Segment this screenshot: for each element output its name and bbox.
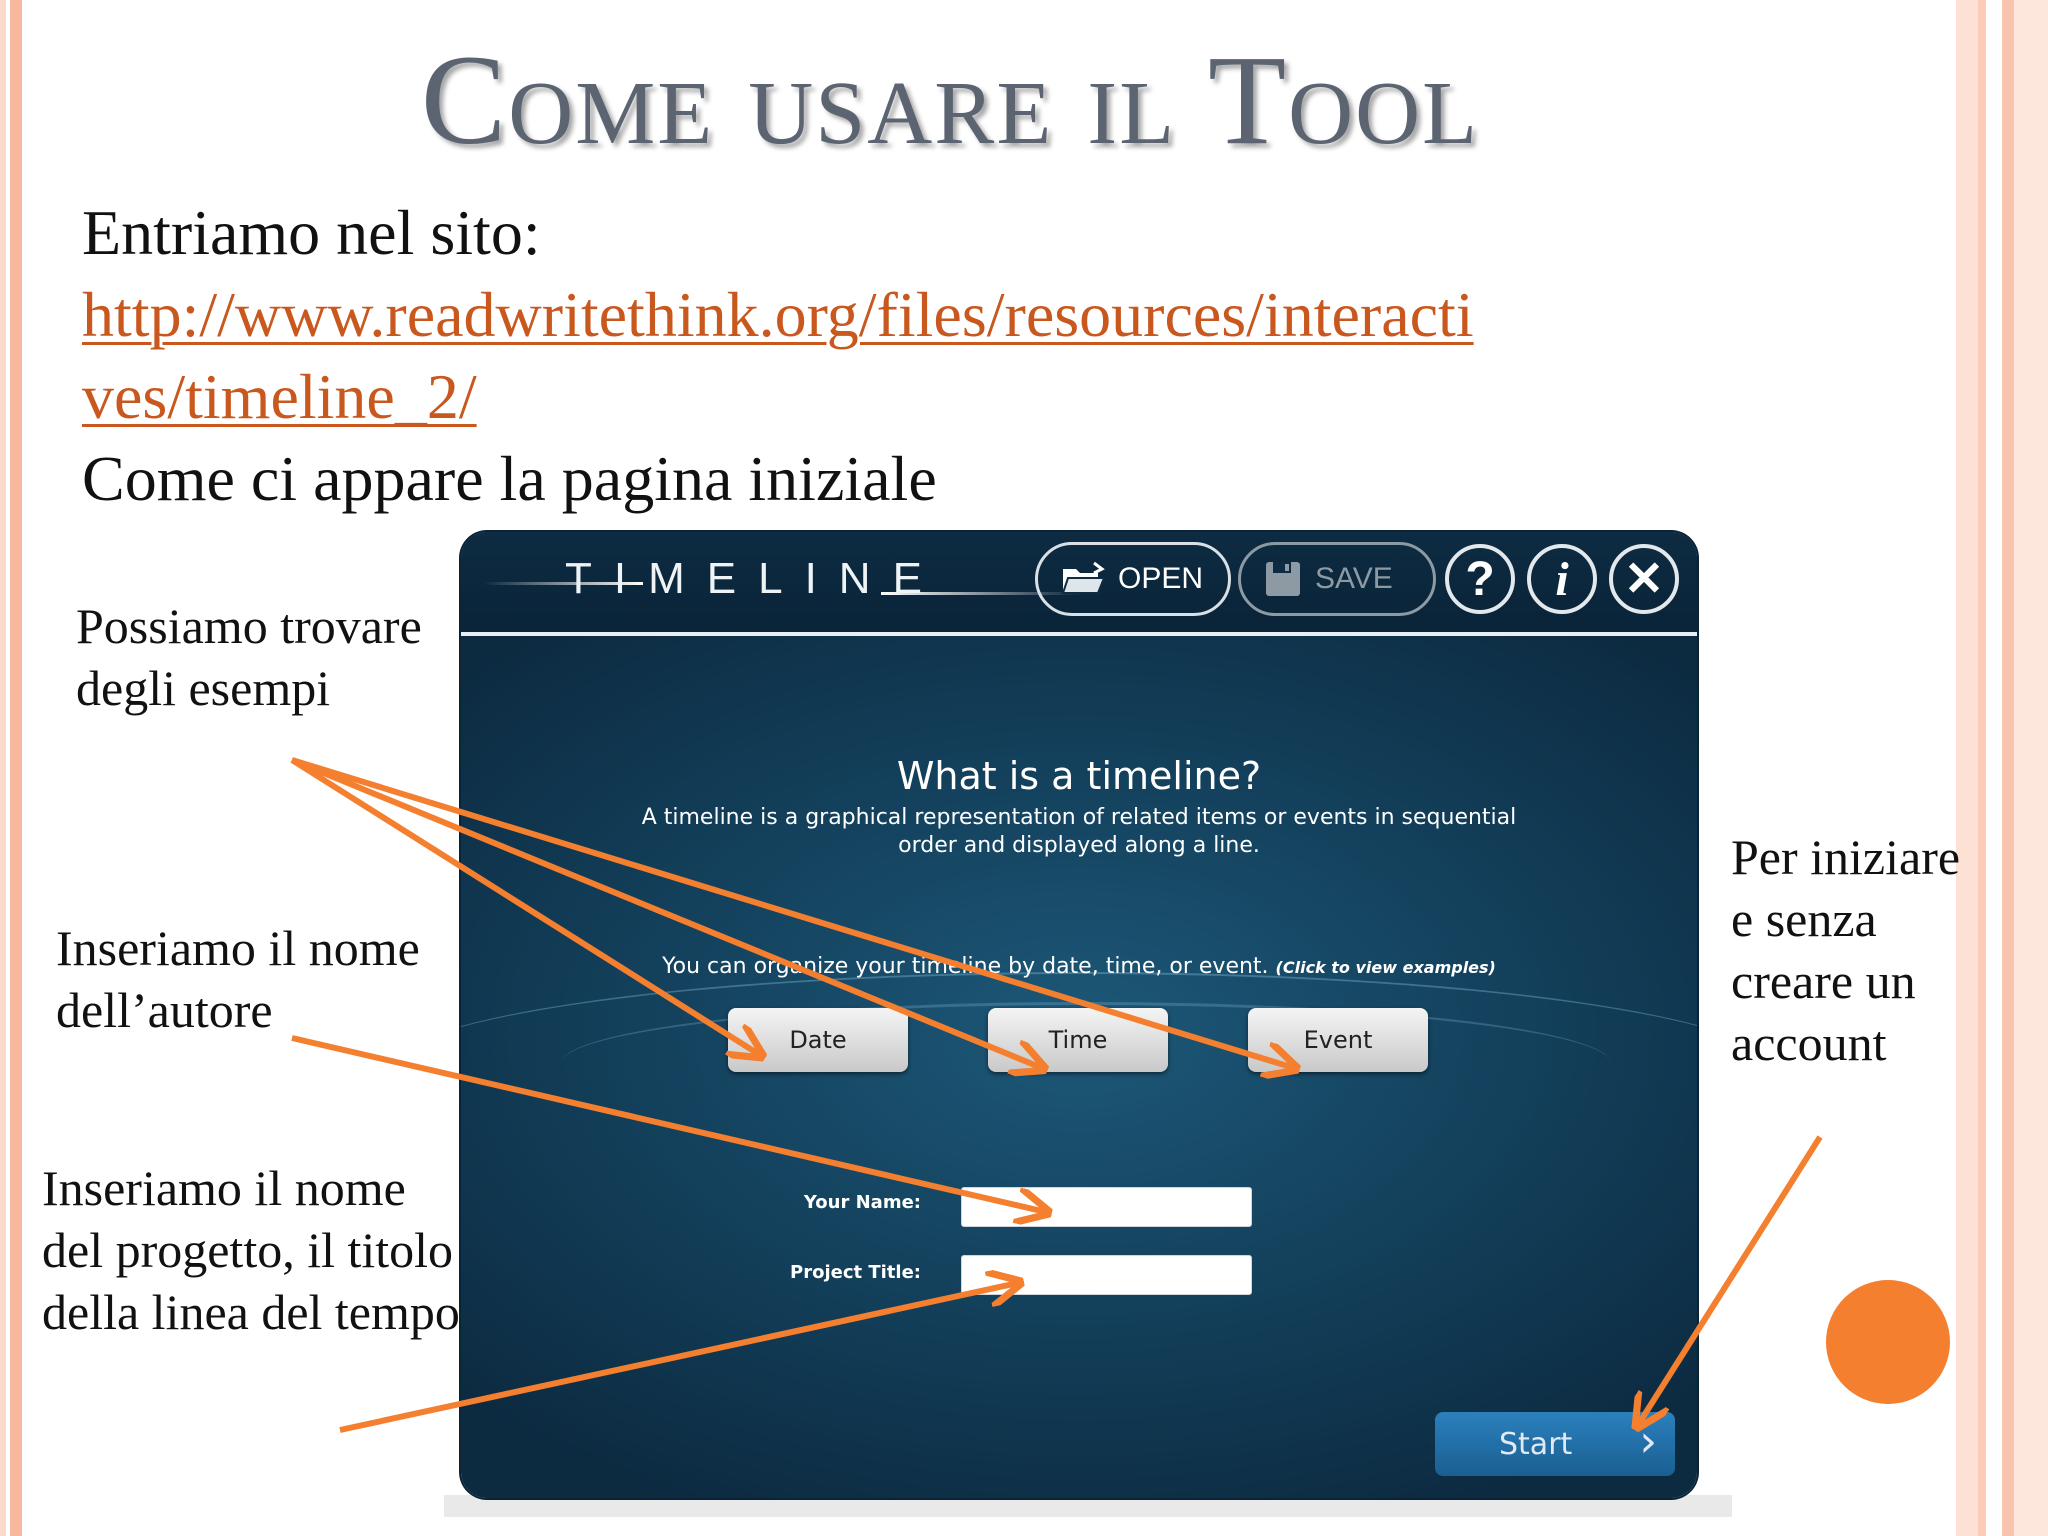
arrow-to-date xyxy=(290,757,760,1055)
arrow-to-start xyxy=(1638,1135,1823,1425)
annotation-arrows xyxy=(290,757,1823,1536)
arrow-to-title-input xyxy=(339,1283,1018,1433)
arrow-to-event xyxy=(291,757,1294,1068)
arrow-to-name-input xyxy=(291,1035,1046,1212)
arrow-to-time xyxy=(290,757,1042,1068)
